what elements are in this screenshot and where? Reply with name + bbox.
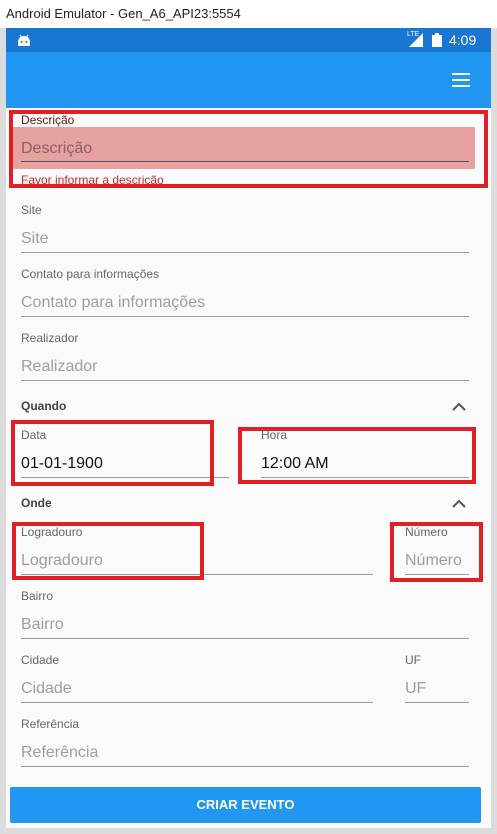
numero-highlight-box bbox=[390, 522, 483, 582]
realizador-underline bbox=[21, 380, 469, 381]
site-label: Site bbox=[21, 203, 42, 217]
onde-section-title: Onde bbox=[21, 496, 52, 510]
cidade-label: Cidade bbox=[21, 653, 60, 667]
bairro-input[interactable]: Bairro bbox=[21, 616, 64, 634]
app-bar bbox=[6, 52, 491, 108]
criar-evento-button[interactable]: CRIAR EVENTO bbox=[10, 787, 481, 823]
hora-highlight-box bbox=[238, 427, 476, 484]
android-icon bbox=[18, 34, 30, 46]
clock: 4:09 bbox=[449, 32, 477, 48]
status-bar: LTE 4:09 bbox=[6, 28, 491, 52]
referencia-underline bbox=[21, 766, 469, 767]
chevron-up-icon[interactable] bbox=[452, 498, 466, 508]
emulator-screen: LTE 4:09 Descrição Descrição Favor infor… bbox=[6, 28, 491, 828]
cidade-underline bbox=[21, 702, 373, 703]
contato-input[interactable]: Contato para informações bbox=[21, 294, 205, 312]
site-input[interactable]: Site bbox=[21, 230, 49, 248]
realizador-label: Realizador bbox=[21, 331, 79, 345]
descricao-highlight-box bbox=[9, 110, 488, 188]
data-highlight-box bbox=[11, 420, 214, 486]
cidade-input[interactable]: Cidade bbox=[21, 680, 72, 698]
window-title: Android Emulator - Gen_A6_API23:5554 bbox=[0, 0, 497, 28]
lte-signal-icon: LTE bbox=[407, 31, 423, 47]
uf-input[interactable]: UF bbox=[405, 680, 426, 698]
uf-underline bbox=[405, 702, 469, 703]
realizador-input[interactable]: Realizador bbox=[21, 358, 97, 376]
referencia-input[interactable]: Referência bbox=[21, 744, 98, 762]
battery-icon bbox=[432, 33, 442, 47]
uf-label: UF bbox=[405, 653, 421, 667]
referencia-label: Referência bbox=[21, 717, 80, 731]
contato-underline bbox=[21, 316, 469, 317]
bairro-underline bbox=[21, 638, 469, 639]
site-underline bbox=[21, 252, 469, 253]
quando-section-title: Quando bbox=[21, 399, 67, 413]
menu-icon[interactable] bbox=[452, 73, 470, 87]
bairro-label: Bairro bbox=[21, 589, 54, 603]
chevron-up-icon[interactable] bbox=[452, 401, 466, 411]
logradouro-highlight-box bbox=[12, 522, 204, 580]
contato-label: Contato para informações bbox=[21, 267, 160, 281]
